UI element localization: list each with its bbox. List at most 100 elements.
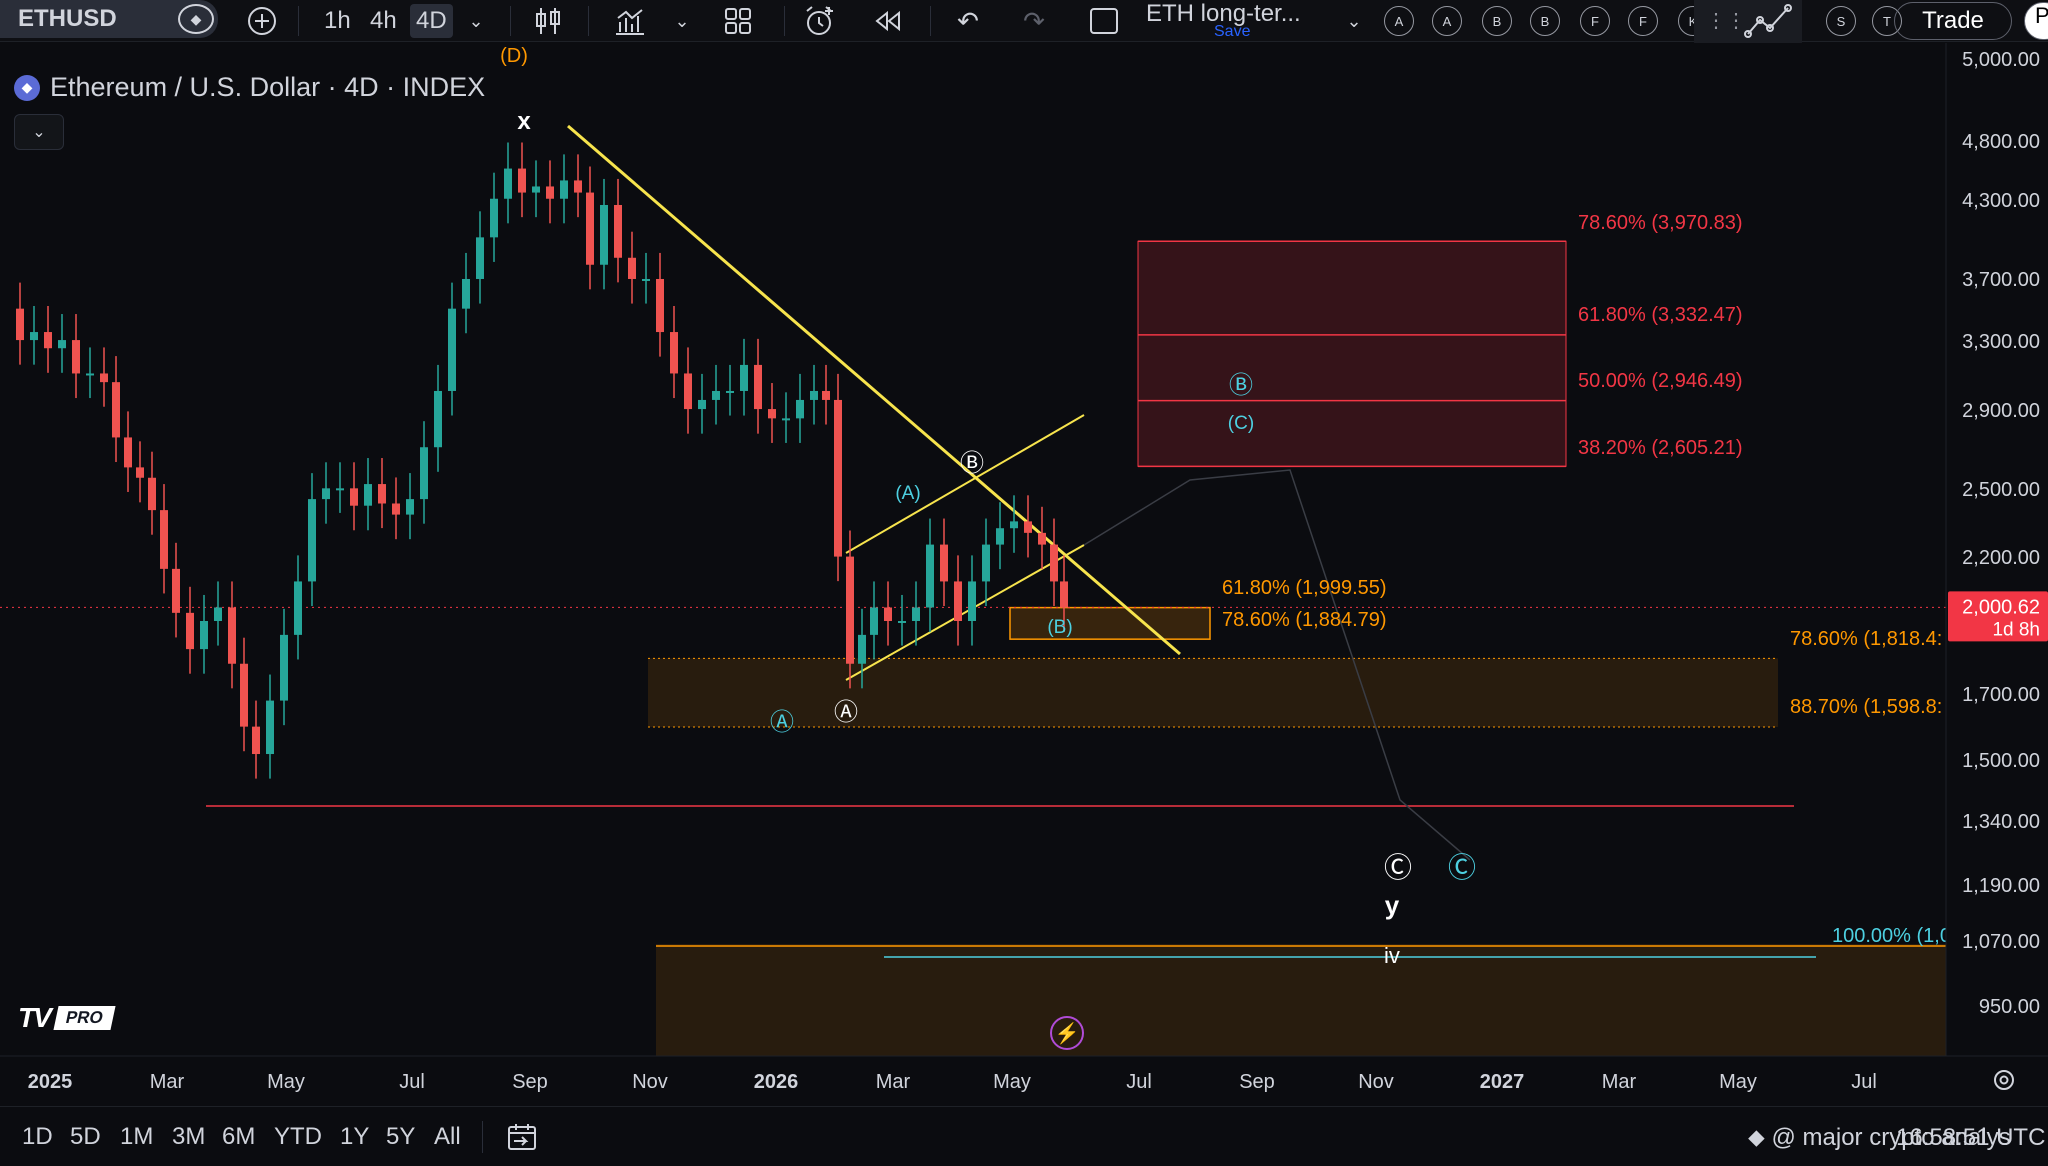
bar-countdown-label: 1d 8h — [1992, 619, 2040, 640]
candle-body — [628, 257, 636, 279]
price-tick-label: 2,500.00 — [1962, 479, 2040, 501]
price-tick-label: 1,700.00 — [1962, 684, 2040, 706]
utc-clock[interactable]: 16:58:51 UTC — [1896, 1124, 2045, 1152]
candle-body — [518, 168, 526, 193]
fib-lower-zone[interactable] — [656, 944, 1946, 1056]
price-tick-label: 1,190.00 — [1962, 875, 2040, 897]
time-tick-label: Nov — [1358, 1071, 1394, 1093]
drag-dots-icon[interactable]: ⋮⋮ — [1706, 8, 1746, 33]
price-tick-label: 3,300.00 — [1962, 331, 2040, 353]
ethereum-logo-icon: ◆ — [14, 74, 40, 101]
chart-legend-title[interactable]: ◆ Ethereum / U.S. Dollar · 4D · INDEX — [14, 72, 485, 103]
time-tick-label: Sep — [512, 1071, 548, 1093]
time-tick-label: 2027 — [1480, 1071, 1525, 1093]
layout-save-label[interactable]: Save — [1214, 23, 1250, 41]
candle-body — [546, 186, 554, 199]
timeframe-1h[interactable]: 1h — [318, 4, 357, 38]
replay-icon[interactable] — [870, 4, 906, 38]
time-tick-label: Mar — [876, 1071, 911, 1093]
candle-body — [912, 607, 920, 622]
wave-label-c-circle-cyan: Ⓒ — [1448, 852, 1476, 883]
redo-icon[interactable]: ↷ — [1016, 4, 1052, 38]
wave-label-b-minor: (B) — [1047, 617, 1072, 638]
price-tick-label: 1,340.00 — [1962, 811, 2040, 833]
candle-body — [1010, 521, 1018, 529]
range-1y[interactable]: 1Y — [340, 1123, 369, 1151]
price-tick-label: 5,000.00 — [1962, 49, 2040, 71]
range-1d[interactable]: 1D — [22, 1123, 53, 1151]
timeframe-4h[interactable]: 4h — [364, 4, 403, 38]
legend-collapse-button[interactable]: ⌄ — [14, 114, 64, 150]
fib-level-label: 38.20% (2,605.21) — [1578, 437, 1743, 459]
candle-body — [148, 477, 156, 511]
status-area: ⬥ @ major crypto analys 16:58:51 UTC — [1748, 1124, 2045, 1152]
candle-body — [822, 390, 830, 400]
wave-label-a-circle: Ⓐ — [834, 699, 858, 726]
timeframe-4d[interactable]: 4D — [410, 4, 453, 38]
fib-level-label: 78.60% (1,884.79) — [1222, 609, 1387, 631]
alert-circle-s[interactable]: S — [1826, 6, 1856, 36]
chevron-down-icon[interactable]: ⌄ — [664, 4, 700, 38]
range-3m[interactable]: 3M — [172, 1123, 205, 1151]
candle-body — [898, 621, 906, 624]
alert-circle-f[interactable]: F — [1580, 6, 1610, 36]
candle-body — [926, 544, 934, 608]
tradingview-logo[interactable]: TV PRO — [18, 1002, 116, 1033]
price-chart[interactable]: 78.60% (3,970.83) 61.80% (3,332.47) 50.00%… — [0, 43, 2048, 1106]
candle-body — [186, 612, 194, 650]
fib-upper-zone[interactable] — [1137, 240, 1567, 467]
compare-add-icon[interactable] — [244, 4, 280, 38]
price-tick-label: 1,070.00 — [1962, 931, 2040, 953]
range-5d[interactable]: 5D — [70, 1123, 101, 1151]
fib-level-label: 50.00% (2,946.49) — [1578, 370, 1743, 392]
price-tick-label: 1,500.00 — [1962, 750, 2040, 772]
candle-body — [336, 488, 344, 491]
candles-icon[interactable] — [530, 4, 566, 38]
candle-body — [670, 332, 678, 374]
layout-name-button[interactable]: ETH long-ter... Save — [1146, 0, 1316, 42]
candle-body — [782, 418, 790, 421]
undo-icon[interactable]: ↶ — [950, 4, 986, 38]
alert-circle-a[interactable]: A — [1384, 6, 1414, 36]
price-tick-label: 950.00 — [1979, 996, 2040, 1018]
goto-date-icon[interactable] — [506, 1121, 538, 1160]
fib-middle-zone[interactable] — [1009, 606, 1211, 640]
time-tick-label: Sep — [1239, 1071, 1275, 1093]
time-tick-label: May — [267, 1071, 305, 1093]
layout-square-icon[interactable] — [1086, 4, 1122, 38]
candle-body — [280, 634, 288, 701]
range-5y[interactable]: 5Y — [386, 1123, 415, 1151]
range-1m[interactable]: 1M — [120, 1123, 153, 1151]
time-tick-label: Jul — [399, 1071, 425, 1093]
layout-grid-icon[interactable] — [720, 4, 756, 38]
lightning-event-icon[interactable]: ⚡ — [1050, 1016, 1084, 1050]
candle-body — [982, 544, 990, 582]
fib-support-zone[interactable] — [648, 658, 1778, 728]
candle-body — [996, 528, 1004, 545]
trade-button[interactable]: Trade — [1894, 2, 2012, 40]
candle-body — [364, 484, 372, 506]
candle-body — [240, 663, 248, 727]
alert-circle-f[interactable]: F — [1628, 6, 1658, 36]
candle-body — [698, 399, 706, 410]
alert-circle-a[interactable]: A — [1432, 6, 1462, 36]
chevron-down-icon[interactable]: ⌄ — [458, 4, 494, 38]
indicators-icon[interactable] — [612, 4, 648, 38]
candle-body — [406, 499, 414, 515]
time-tick-label: May — [1719, 1071, 1757, 1093]
diamond-icon[interactable]: ◆ — [178, 4, 214, 34]
alert-clock-icon[interactable] — [802, 4, 838, 38]
range-6m[interactable]: 6M — [222, 1123, 255, 1151]
alert-circle-b[interactable]: B — [1530, 6, 1560, 36]
range-all[interactable]: All — [434, 1123, 461, 1151]
candle-body — [112, 382, 120, 438]
chevron-down-icon[interactable]: ⌄ — [1336, 4, 1372, 38]
candle-body — [586, 192, 594, 265]
publish-button[interactable]: P — [2024, 2, 2048, 40]
drawing-path-icon[interactable] — [1744, 2, 1794, 40]
candle-body — [656, 278, 664, 333]
candle-body — [532, 186, 540, 193]
candle-body — [490, 198, 498, 238]
alert-circle-b[interactable]: B — [1482, 6, 1512, 36]
range-ytd[interactable]: YTD — [274, 1123, 322, 1151]
